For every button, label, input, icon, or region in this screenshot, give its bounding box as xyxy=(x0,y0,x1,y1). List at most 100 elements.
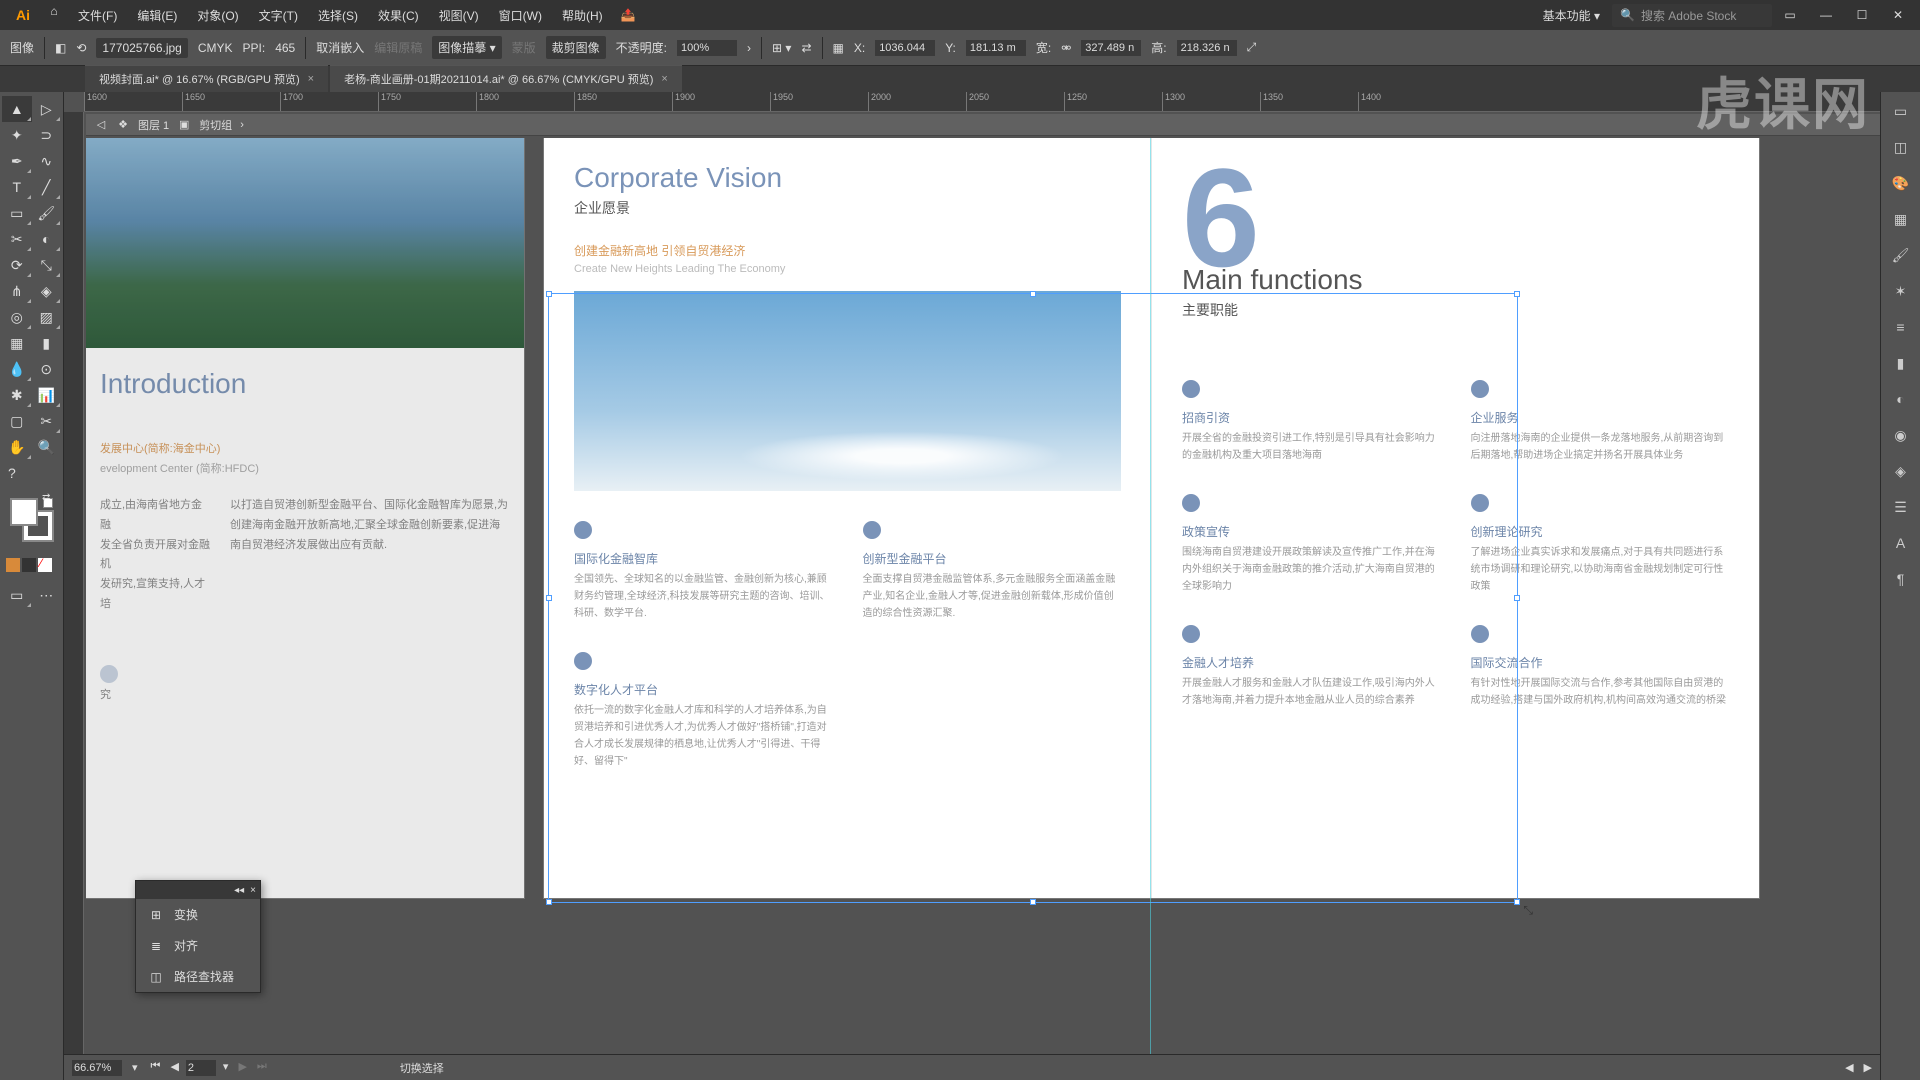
menu-object[interactable]: 对象(O) xyxy=(189,3,246,28)
eyedropper-tool[interactable]: 💧 xyxy=(2,356,32,382)
artboard-number[interactable] xyxy=(186,1060,216,1076)
curvature-tool[interactable]: ∿ xyxy=(32,148,62,174)
selection-tool[interactable]: ▲ xyxy=(2,96,32,122)
scale-tool[interactable]: ⤡ xyxy=(32,252,62,278)
close-window-icon[interactable]: ✕ xyxy=(1884,8,1912,22)
scroll-left-icon[interactable]: ◀ xyxy=(1845,1061,1853,1074)
prev-icon[interactable]: ◀ xyxy=(167,1060,181,1076)
stroke-panel-icon[interactable]: ≡ xyxy=(1888,314,1914,340)
next-icon[interactable]: ▶ xyxy=(235,1060,249,1076)
home-icon[interactable]: ⌂ xyxy=(42,4,66,26)
gradient-tool[interactable]: ▮ xyxy=(32,330,62,356)
edit-toolbar-icon[interactable]: ⋯ xyxy=(32,582,62,608)
graphic-styles-panel-icon[interactable]: ◈ xyxy=(1888,458,1914,484)
window-arrange-icon[interactable]: ▭ xyxy=(1776,8,1804,22)
menu-view[interactable]: 视图(V) xyxy=(431,3,487,28)
close-icon[interactable]: × xyxy=(308,73,314,85)
h-input[interactable] xyxy=(1177,40,1237,56)
crop-button[interactable]: 裁剪图像 xyxy=(546,36,606,59)
collapse-icon[interactable]: ◂◂ xyxy=(234,885,244,896)
image-trace-button[interactable]: 图像描摹 ▾ xyxy=(432,36,501,59)
panel-transform[interactable]: ⊞变换 xyxy=(136,899,260,930)
line-tool[interactable]: ╱ xyxy=(32,174,62,200)
rotate-tool[interactable]: ⟳ xyxy=(2,252,32,278)
appearance-panel-icon[interactable]: ◉ xyxy=(1888,422,1914,448)
properties-panel-icon[interactable]: ▭ xyxy=(1888,98,1914,124)
close-icon[interactable]: × xyxy=(661,73,667,85)
align-icon[interactable]: ⊞ ▾ xyxy=(772,41,791,55)
graph-tool[interactable]: 📊 xyxy=(32,382,62,408)
link-icon[interactable]: ⟲ xyxy=(76,41,86,55)
width-tool[interactable]: ⋔ xyxy=(2,278,32,304)
transparency-panel-icon[interactable]: ◐ xyxy=(1888,386,1914,412)
pen-tool[interactable]: ✒ xyxy=(2,148,32,174)
guide-vertical[interactable] xyxy=(1150,138,1151,1054)
breadcrumb-clip[interactable]: 剪切组 xyxy=(199,117,232,133)
constrain-icon[interactable]: ⤢ xyxy=(1247,40,1257,55)
back-icon[interactable]: ◁ xyxy=(94,118,108,132)
blend-tool[interactable]: ⊙ xyxy=(32,356,62,382)
libraries-panel-icon[interactable]: ◫ xyxy=(1888,134,1914,160)
gradient-panel-icon[interactable]: ▮ xyxy=(1888,350,1914,376)
free-transform-tool[interactable]: ◈ xyxy=(32,278,62,304)
w-input[interactable] xyxy=(1081,40,1141,56)
type-tool[interactable]: T xyxy=(2,174,32,200)
transform-icon[interactable]: ⇄ xyxy=(801,41,811,55)
brush-tool[interactable]: 🖌 xyxy=(32,200,62,226)
shaper-tool[interactable]: ✂ xyxy=(2,226,32,252)
lasso-tool[interactable]: ⊃ xyxy=(32,122,62,148)
first-icon[interactable]: ⏮ xyxy=(148,1060,164,1076)
shape-builder-tool[interactable]: ◎ xyxy=(2,304,32,330)
screen-mode-tool[interactable]: ▭ xyxy=(2,582,32,608)
symbol-sprayer-tool[interactable]: ✱ xyxy=(2,382,32,408)
eraser-tool[interactable]: ◐ xyxy=(32,226,62,252)
menu-edit[interactable]: 编辑(E) xyxy=(129,3,185,28)
canvas[interactable]: Introduction 发展中心(简称:海金中心) evelopment Ce… xyxy=(86,138,1880,1054)
ruler-vertical[interactable] xyxy=(64,112,84,1054)
menu-window[interactable]: 窗口(W) xyxy=(491,3,550,28)
share-icon[interactable]: 📤 xyxy=(621,8,636,22)
swatches-panel-icon[interactable]: ▦ xyxy=(1888,206,1914,232)
hand-tool[interactable]: ✋ xyxy=(2,434,32,460)
mesh-tool[interactable]: ▦ xyxy=(2,330,32,356)
workspace-switcher[interactable]: 基本功能 ▾ xyxy=(1535,3,1608,28)
artboard-nav[interactable]: ⏮ ◀ ▾ ▶ ⏭ xyxy=(148,1060,270,1076)
magic-wand-tool[interactable]: ✦ xyxy=(2,122,32,148)
y-input[interactable] xyxy=(966,40,1026,56)
close-icon[interactable]: × xyxy=(250,885,256,896)
linked-filename[interactable]: 177025766.jpg xyxy=(96,38,187,58)
artboard-tool[interactable]: ▢ xyxy=(2,408,32,434)
link-wh-icon[interactable]: ⚮ xyxy=(1061,41,1071,55)
color-panel-icon[interactable]: 🎨 xyxy=(1888,170,1914,196)
layers-panel-icon[interactable]: ☰ xyxy=(1888,494,1914,520)
breadcrumb-layer[interactable]: 图层 1 xyxy=(138,117,169,133)
swap-colors-icon[interactable]: ⇄ xyxy=(42,492,50,503)
isolation-breadcrumb[interactable]: ◁ ❖ 图层 1 ▣ 剪切组› xyxy=(86,114,1880,136)
color-controls[interactable]: ⇄ xyxy=(2,494,61,554)
color-mode-swatches[interactable]: ⁄ xyxy=(2,554,61,576)
tab-1[interactable]: 老杨-商业画册-01期20211014.ai* @ 66.67% (CMYK/G… xyxy=(330,65,682,92)
menu-help[interactable]: 帮助(H) xyxy=(554,3,611,28)
menu-effect[interactable]: 效果(C) xyxy=(370,3,427,28)
fill-swatch[interactable] xyxy=(10,498,38,526)
menu-file[interactable]: 文件(F) xyxy=(70,3,125,28)
panel-pathfinder[interactable]: ◫路径查找器 xyxy=(136,961,260,992)
slice-tool[interactable]: ✂ xyxy=(32,408,62,434)
stock-search[interactable]: 🔍 搜索 Adobe Stock xyxy=(1612,4,1772,27)
x-input[interactable] xyxy=(875,40,935,56)
cancel-embed-button[interactable]: 取消嵌入 xyxy=(316,39,364,56)
last-icon[interactable]: ⏭ xyxy=(254,1060,270,1076)
direct-selection-tool[interactable]: ▷ xyxy=(32,96,62,122)
brushes-panel-icon[interactable]: 🖌 xyxy=(1888,242,1914,268)
paragraph-panel-icon[interactable]: ¶ xyxy=(1888,566,1914,592)
scroll-right-icon[interactable]: ▶ xyxy=(1864,1061,1872,1074)
toggle-fill-stroke[interactable]: ? xyxy=(2,460,61,486)
minimize-icon[interactable]: — xyxy=(1812,8,1840,22)
tab-0[interactable]: 视频封面.ai* @ 16.67% (RGB/GPU 预览)× xyxy=(85,65,328,92)
panel-align[interactable]: ≣对齐 xyxy=(136,930,260,961)
transform-align-panel[interactable]: ◂◂ × ⊞变换 ≣对齐 ◫路径查找器 xyxy=(135,880,261,993)
menu-type[interactable]: 文字(T) xyxy=(251,3,306,28)
opacity-input[interactable] xyxy=(677,40,737,56)
rectangle-tool[interactable]: ▭ xyxy=(2,200,32,226)
symbols-panel-icon[interactable]: ✶ xyxy=(1888,278,1914,304)
